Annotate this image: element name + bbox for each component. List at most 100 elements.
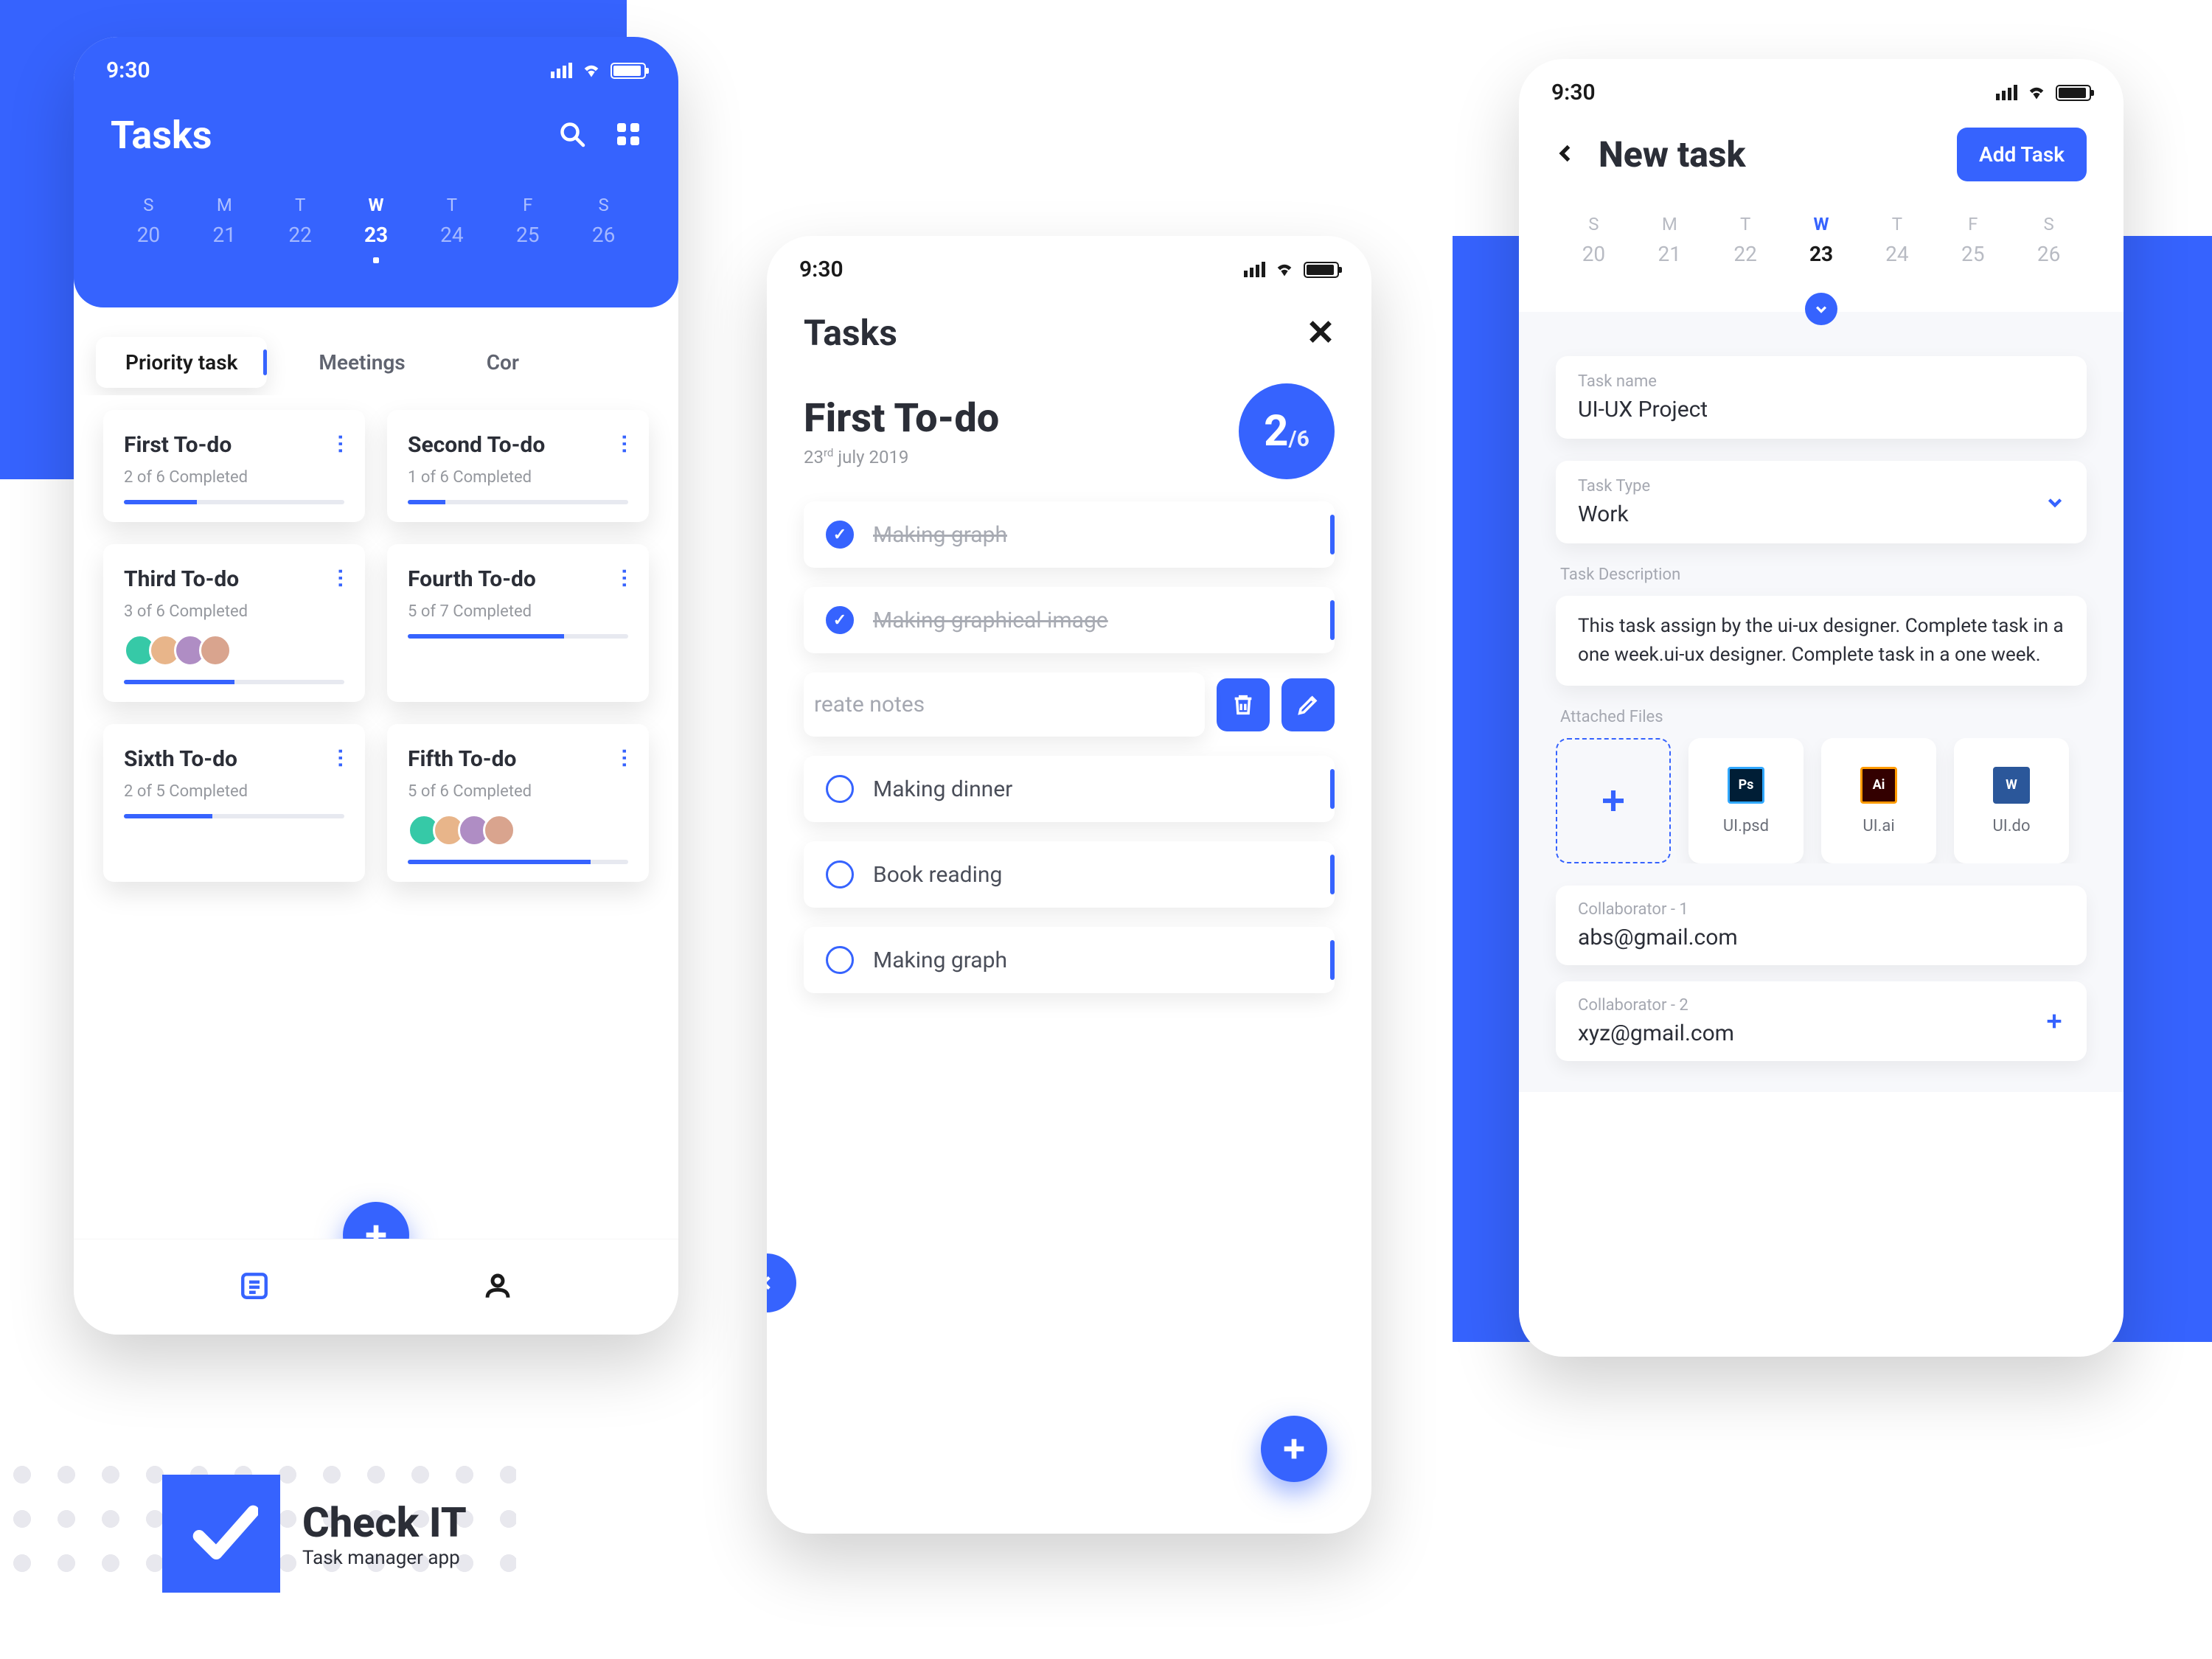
files-label: Attached Files	[1556, 708, 2087, 726]
file-type-icon: Ps	[1728, 767, 1764, 804]
page-title: New task	[1599, 133, 1935, 175]
week-strip[interactable]: S20M21T22W23T24F25S26	[111, 195, 641, 263]
task-row[interactable]: Making dinner	[804, 756, 1335, 822]
battery-icon	[1304, 262, 1339, 278]
file-name: UI.do	[1992, 817, 2030, 835]
task-label: Making dinner	[873, 776, 1012, 802]
week-day[interactable]: T22	[262, 195, 338, 263]
task-row[interactable]: Making graph	[804, 501, 1335, 568]
card-subtitle: 3 of 6 Completed	[124, 602, 344, 621]
more-icon[interactable]: ⋯	[329, 748, 353, 766]
task-card[interactable]: ⋯ Fifth To-do 5 of 6 Completed	[387, 724, 649, 882]
task-card[interactable]: ⋯ Third To-do 3 of 6 Completed	[103, 544, 365, 702]
week-day[interactable]: S26	[2011, 214, 2087, 282]
task-type-select[interactable]: Task Type Work	[1556, 461, 2087, 543]
file-item[interactable]: AiUI.ai	[1821, 738, 1936, 863]
week-day[interactable]: F25	[1935, 214, 2011, 282]
brand-name: Check IT	[302, 1498, 467, 1547]
week-day[interactable]: S20	[111, 195, 187, 263]
status-icons	[1244, 257, 1339, 282]
task-card[interactable]: ⋯ First To-do 2 of 6 Completed	[103, 410, 365, 522]
task-card[interactable]: ⋯ Second To-do 1 of 6 Completed	[387, 410, 649, 522]
progress-bar	[408, 500, 628, 504]
side-handle[interactable]	[767, 1253, 796, 1312]
progress-bar	[408, 860, 628, 864]
bg-dots-right	[1696, 1453, 2212, 1578]
add-icon[interactable]	[2044, 1011, 2065, 1032]
task-row[interactable]: reate notes	[804, 672, 1205, 737]
checkbox-icon[interactable]	[826, 860, 854, 888]
more-icon[interactable]: ⋯	[613, 568, 637, 586]
fab-add[interactable]	[1261, 1416, 1327, 1482]
week-day[interactable]: M21	[187, 195, 262, 263]
checkbox-icon[interactable]	[826, 606, 854, 634]
more-icon[interactable]: ⋯	[613, 434, 637, 452]
file-item[interactable]: W UI.do	[1954, 738, 2069, 863]
task-cards: ⋯ First To-do 2 of 6 Completed ⋯ Second …	[74, 395, 678, 897]
more-icon[interactable]: ⋯	[329, 568, 353, 586]
task-row[interactable]: Book reading	[804, 841, 1335, 908]
week-day[interactable]: W23	[338, 195, 414, 263]
week-day[interactable]: M21	[1632, 214, 1708, 282]
add-file-button[interactable]	[1556, 738, 1671, 863]
status-icons	[551, 58, 646, 83]
back-icon[interactable]	[1556, 143, 1576, 167]
task-desc-field[interactable]: This task assign by the ui-ux designer. …	[1556, 596, 2087, 686]
task-name-field[interactable]: Task name UI-UX Project	[1556, 356, 2087, 439]
nav-tasks-icon[interactable]	[239, 1270, 270, 1304]
week-day[interactable]: T22	[1708, 214, 1784, 282]
statusbar: 9:30	[767, 236, 1371, 290]
more-icon[interactable]: ⋯	[329, 434, 353, 452]
week-day[interactable]: T24	[414, 195, 490, 263]
task-card[interactable]: ⋯ Sixth To-do 2 of 5 Completed	[103, 724, 365, 882]
signal-icon	[1996, 85, 2017, 100]
status-time: 9:30	[799, 257, 844, 282]
search-icon[interactable]	[559, 121, 585, 150]
card-subtitle: 2 of 5 Completed	[124, 782, 344, 801]
progress-counter: 2/6	[1239, 383, 1335, 479]
task-card[interactable]: ⋯ Fourth To-do 5 of 7 Completed	[387, 544, 649, 702]
expand-calendar-icon[interactable]	[1805, 293, 1837, 325]
delete-button[interactable]	[1217, 678, 1270, 731]
week-day[interactable]: S26	[566, 195, 641, 263]
file-type-icon: W	[1993, 767, 2030, 804]
card-subtitle: 5 of 6 Completed	[408, 782, 628, 801]
file-item[interactable]: Ps UI.psd	[1688, 738, 1804, 863]
screen-new-task: 9:30 New task Add Task S20M21T22W23T24F2…	[1519, 59, 2124, 1357]
file-name: UI.psd	[1723, 817, 1769, 835]
close-icon[interactable]	[1307, 318, 1335, 349]
add-task-button[interactable]: Add Task	[1957, 128, 2087, 181]
status-time: 9:30	[1551, 80, 1596, 105]
tab[interactable]: Meetings	[289, 337, 434, 388]
task-row[interactable]: Making graph	[804, 927, 1335, 993]
todo-date: 23rd july 2019	[804, 446, 999, 467]
swiped-task-row: reate notes	[767, 672, 1371, 737]
collaborator-row[interactable]: Collaborator - 2xyz@gmail.com	[1556, 981, 2087, 1061]
checkbox-icon[interactable]	[826, 775, 854, 803]
tab[interactable]: Cor	[457, 337, 549, 388]
week-day[interactable]: W23	[1784, 214, 1860, 282]
edit-button[interactable]	[1281, 678, 1335, 731]
screen-task-detail: 9:30 Tasks First To-do 23rd july 2019 2/…	[767, 236, 1371, 1534]
checkbox-icon[interactable]	[826, 946, 854, 974]
card-title: Third To-do	[124, 566, 344, 592]
card-title: Fifth To-do	[408, 746, 628, 772]
bottom-nav	[74, 1239, 678, 1335]
chevron-down-icon	[2045, 493, 2065, 512]
signal-icon	[551, 63, 572, 78]
more-icon[interactable]: ⋯	[613, 748, 637, 766]
nav-profile-icon[interactable]	[482, 1270, 513, 1304]
avatars	[408, 814, 628, 846]
desc-label: Task Description	[1556, 566, 2087, 584]
task-row[interactable]: Making graphical image	[804, 587, 1335, 653]
checkbox-icon[interactable]	[826, 521, 854, 549]
week-day[interactable]: F25	[490, 195, 566, 263]
week-day[interactable]: T24	[1859, 214, 1935, 282]
tab[interactable]: Priority task	[96, 337, 267, 388]
collaborator-row[interactable]: Collaborator - 1abs@gmail.com	[1556, 886, 2087, 965]
card-subtitle: 2 of 6 Completed	[124, 468, 344, 487]
avatar	[199, 634, 232, 667]
grid-menu-icon[interactable]	[615, 121, 641, 150]
week-day[interactable]: S20	[1556, 214, 1632, 282]
week-strip[interactable]: S20M21T22W23T24F25S26	[1519, 196, 2124, 312]
